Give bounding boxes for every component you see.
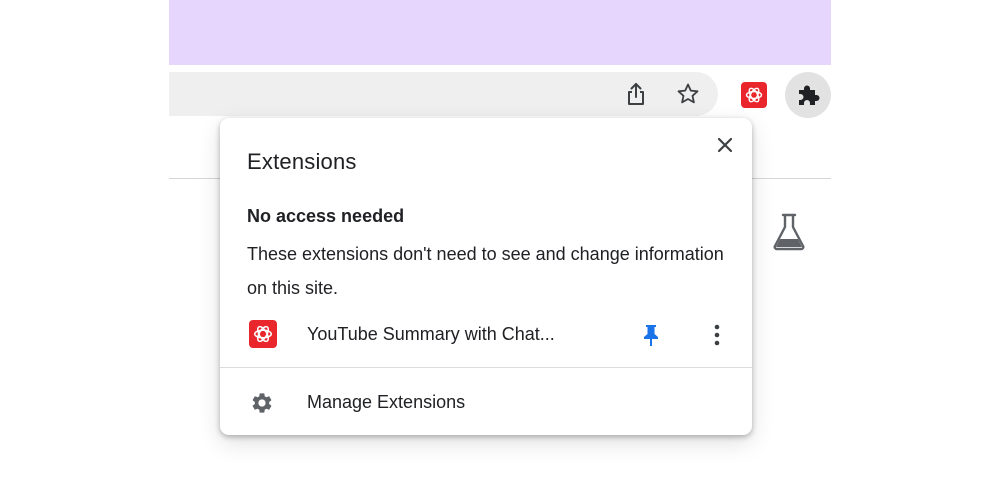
more-vert-icon[interactable] [704, 321, 730, 349]
extension-name[interactable]: YouTube Summary with Chat... [307, 324, 555, 345]
extension-row[interactable]: YouTube Summary with Chat... [220, 313, 752, 357]
openai-logo-icon [249, 320, 277, 348]
puzzle-piece-icon[interactable] [785, 72, 831, 118]
browser-window: Extensions No access needed These extens… [0, 0, 1000, 500]
browser-toolbar [169, 65, 831, 120]
close-icon[interactable] [710, 130, 740, 160]
address-bar[interactable] [169, 72, 718, 116]
share-icon[interactable] [623, 81, 649, 107]
popup-title: Extensions [247, 149, 357, 174]
popup-divider [220, 367, 752, 368]
pin-icon[interactable] [638, 322, 664, 348]
star-icon[interactable] [675, 81, 701, 107]
section-heading: No access needed [247, 206, 405, 226]
openai-logo-icon[interactable] [741, 82, 767, 108]
flask-icon[interactable] [770, 212, 808, 252]
gear-icon [250, 391, 274, 415]
manage-extensions-label: Manage Extensions [307, 392, 466, 412]
extensions-popup: Extensions No access needed These extens… [220, 118, 752, 435]
tab-strip [169, 0, 831, 65]
manage-extensions-button[interactable]: Manage Extensions [220, 380, 752, 424]
section-description: These extensions don't need to see and c… [247, 244, 724, 298]
